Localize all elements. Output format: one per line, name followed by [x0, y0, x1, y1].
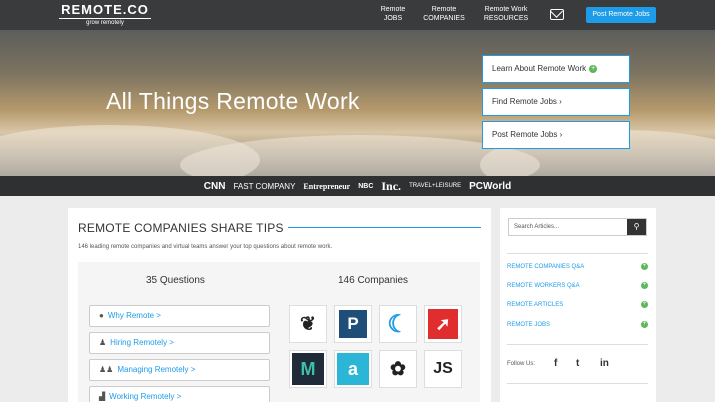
company-logo-tile[interactable]: ➚	[424, 305, 462, 343]
info-icon: ●	[99, 311, 104, 320]
press-logos-bar: CNN FAST COMPANY Entrepreneur NBC Inc. T…	[0, 176, 715, 196]
link-remote-companies-qa[interactable]: REMOTE COMPANIES Q&A +	[507, 261, 648, 273]
nav-line2: COMPANIES	[423, 15, 465, 22]
logo-tagline: grow remotely	[86, 20, 124, 26]
link-remote-workers-qa[interactable]: REMOTE WORKERS Q&A +	[507, 280, 648, 292]
question-label: Hiring Remotely >	[110, 338, 174, 347]
cnn-logo: CNN	[203, 180, 226, 192]
nav-remote-resources[interactable]: Remote Work RESOURCES	[481, 5, 531, 23]
nav-line1: Remote	[380, 6, 406, 13]
chevron-right-icon: ›	[559, 130, 563, 139]
search-placeholder: Search Articles...	[514, 224, 560, 230]
button-label: Learn About Remote Work	[492, 64, 587, 73]
link-remote-articles[interactable]: REMOTE ARTICLES +	[507, 299, 648, 311]
company-logo-mark: a	[337, 353, 369, 385]
company-logo-tile[interactable]: M	[289, 350, 327, 388]
divider	[507, 344, 648, 345]
divider	[507, 253, 648, 254]
nav-line1: Remote	[431, 6, 457, 13]
main-panel: REMOTE COMPANIES SHARE TIPS 146 leading …	[68, 208, 491, 402]
company-logo-tile[interactable]: JS	[424, 350, 462, 388]
twitter-icon[interactable]: t	[576, 358, 579, 369]
post-remote-jobs-hero-button[interactable]: Post Remote Jobs ›	[482, 121, 630, 149]
hero-title: All Things Remote Work	[106, 88, 360, 114]
question-label: Managing Remotely >	[117, 365, 196, 374]
nav-remote-jobs[interactable]: Remote JOBS	[378, 5, 408, 23]
section-heading: REMOTE COMPANIES SHARE TIPS	[78, 221, 284, 235]
companies-header: 146 Companies	[338, 275, 409, 286]
fast-company-logo: FAST COMPANY	[233, 181, 296, 191]
find-remote-jobs-button[interactable]: Find Remote Jobs ›	[482, 88, 630, 116]
pcworld-logo: PCWorld	[469, 180, 512, 192]
facebook-icon[interactable]: f	[554, 358, 557, 369]
chart-icon: ▟	[99, 392, 106, 401]
mail-icon[interactable]	[550, 9, 564, 20]
learn-about-remote-work-button[interactable]: Learn About Remote Work +	[482, 55, 630, 83]
company-logo-mark: M	[292, 353, 324, 385]
questions-header: 35 Questions	[146, 275, 205, 286]
nav-line2: JOBS	[383, 15, 403, 22]
link-label: REMOTE WORKERS Q&A	[507, 283, 580, 289]
heading-underline	[288, 227, 481, 228]
users-icon: ♟♟	[99, 365, 114, 374]
question-why-remote[interactable]: ● Why Remote >	[89, 305, 270, 327]
search-icon[interactable]: ⚲	[627, 219, 646, 235]
question-hiring-remotely[interactable]: ♟ Hiring Remotely >	[89, 332, 270, 354]
hero-banner: All Things Remote Work Learn About Remot…	[0, 30, 715, 176]
nav-line1: Remote Work	[484, 6, 528, 13]
site-logo[interactable]: REMOTE.CO grow remotely	[59, 3, 151, 27]
section-subtitle: 146 leading remote companies and virtual…	[78, 244, 333, 250]
company-logo-mark: ➚	[428, 309, 458, 339]
link-label: REMOTE JOBS	[507, 322, 551, 328]
follow-us-label: Follow Us:	[507, 361, 536, 367]
question-label: Why Remote >	[107, 311, 161, 320]
nbc-logo: NBC	[358, 182, 374, 190]
entrepreneur-logo: Entrepreneur	[303, 181, 351, 191]
link-label: REMOTE ARTICLES	[507, 302, 564, 308]
search-articles-input[interactable]: Search Articles... ⚲	[508, 218, 647, 236]
button-label: Find Remote Jobs	[492, 97, 557, 106]
nav-line2: RESOURCES	[483, 15, 529, 22]
nav-remote-companies[interactable]: Remote COMPANIES	[421, 5, 467, 23]
plus-circle-icon: +	[641, 282, 648, 289]
question-label: Working Remotely >	[109, 392, 182, 401]
plus-circle-icon: +	[641, 263, 648, 270]
travel-leisure-logo: TRAVEL+LEISURE	[409, 183, 462, 189]
top-navbar: REMOTE.CO grow remotely Remote JOBS Remo…	[0, 0, 715, 30]
company-logo-tile[interactable]: ✿	[379, 350, 417, 388]
logo-text: REMOTE.CO	[59, 3, 151, 19]
post-remote-jobs-button[interactable]: Post Remote Jobs	[586, 7, 656, 23]
button-label: Post Remote Jobs	[492, 130, 558, 139]
company-logo-tile[interactable]: ☾	[379, 305, 417, 343]
chevron-right-icon: ›	[559, 97, 562, 106]
divider	[507, 383, 648, 384]
link-remote-jobs[interactable]: REMOTE JOBS +	[507, 319, 648, 331]
question-managing-remotely[interactable]: ♟♟ Managing Remotely >	[89, 359, 270, 381]
company-logo-tile[interactable]: P	[334, 305, 372, 343]
sidebar: Search Articles... ⚲ REMOTE COMPANIES Q&…	[500, 208, 656, 402]
qa-box: 35 Questions 146 Companies ● Why Remote >…	[78, 262, 480, 402]
company-logo-mark: P	[339, 310, 367, 338]
link-label: REMOTE COMPANIES Q&A	[507, 264, 585, 270]
person-icon: ♟	[99, 338, 107, 347]
question-working-remotely[interactable]: ▟ Working Remotely >	[89, 386, 270, 402]
plus-circle-icon: +	[641, 301, 648, 308]
plus-circle-icon: +	[589, 64, 598, 73]
linkedin-icon[interactable]: in	[600, 358, 609, 369]
company-logo-tile[interactable]: a	[334, 350, 372, 388]
company-logo-tile[interactable]: ❦	[289, 305, 327, 343]
plus-circle-icon: +	[641, 321, 648, 328]
inc-logo: Inc.	[381, 178, 402, 193]
